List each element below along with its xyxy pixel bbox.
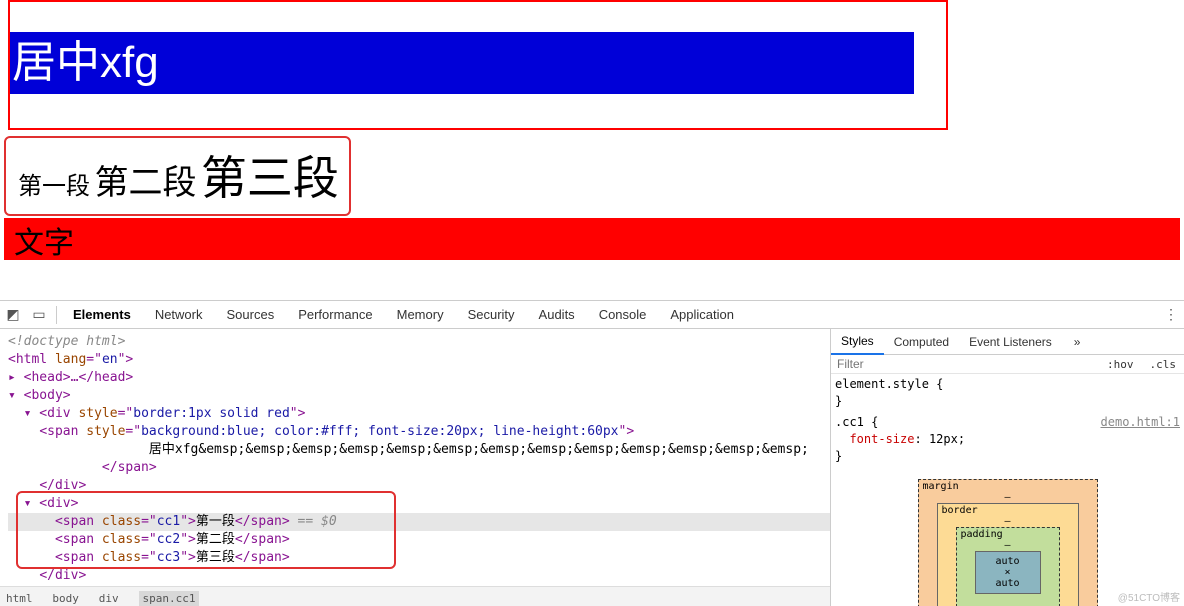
hov-toggle[interactable]: :hov xyxy=(1099,358,1142,371)
p: body xyxy=(31,388,62,403)
styles-filter-row: :hov .cls xyxy=(831,355,1184,374)
p: > xyxy=(125,370,133,385)
tab-performance[interactable]: Performance xyxy=(286,301,384,328)
watermark: @51CTO博客 xyxy=(1118,589,1180,604)
tab-security[interactable]: Security xyxy=(456,301,527,328)
red-outline-box: 居中xfg xyxy=(8,0,948,130)
bm-content: auto × auto xyxy=(975,551,1041,594)
p: head xyxy=(94,370,125,385)
annotation-highlight xyxy=(16,491,396,569)
segment-2: 第二段 xyxy=(94,164,196,202)
styles-tab-listeners[interactable]: Event Listeners xyxy=(959,330,1062,354)
bm-dash: – xyxy=(1004,540,1010,551)
p: =" xyxy=(86,352,102,367)
rule-element-close: } xyxy=(835,394,842,408)
style-rules[interactable]: element.style { } .cc1 { demo.html:1 font… xyxy=(831,374,1184,467)
devtools-toolbar: ◩ ▭ Elements Network Sources Performance… xyxy=(0,301,1184,329)
styles-panel: Styles Computed Event Listeners » :hov .… xyxy=(830,329,1184,606)
tab-network[interactable]: Network xyxy=(143,301,215,328)
cls-toggle[interactable]: .cls xyxy=(1142,358,1184,371)
box-model: margin– border– padding– auto × auto xyxy=(918,479,1098,606)
p: < xyxy=(39,424,47,439)
tab-application[interactable]: Application xyxy=(658,301,746,328)
p[interactable]: ▾ < xyxy=(8,388,31,403)
p: "> xyxy=(290,406,306,421)
rendered-page: 居中xfg 第一段 第二段 第三段 文字 xyxy=(0,0,1184,260)
crumb-body[interactable]: body xyxy=(52,592,79,605)
p: span xyxy=(47,424,78,439)
crumb-div[interactable]: div xyxy=(99,592,119,605)
bm-padding-label: padding xyxy=(961,529,1003,540)
p: lang xyxy=(47,352,86,367)
bm-border-label: border xyxy=(942,505,978,516)
p[interactable]: ▾ < xyxy=(24,406,47,421)
inspect-icon[interactable]: ◩ xyxy=(0,306,26,323)
rule-cc1-close: } xyxy=(835,449,842,463)
kebab-icon[interactable]: ⋮ xyxy=(1158,306,1184,323)
p: border:1px solid red xyxy=(133,406,290,421)
p: en xyxy=(102,352,118,367)
p: =" xyxy=(125,424,141,439)
devtools-body: <!doctype html> <html lang="en"> ▸ <head… xyxy=(0,329,1184,606)
segment-3: 第三段 xyxy=(201,152,339,204)
tab-console[interactable]: Console xyxy=(587,301,659,328)
tab-audits[interactable]: Audits xyxy=(527,301,587,328)
rule-cc1-val: 12px xyxy=(929,432,958,446)
p: < xyxy=(8,352,16,367)
p: background:blue; color:#fff; font-size:2… xyxy=(141,424,618,439)
rule-cc1-src[interactable]: demo.html:1 xyxy=(1101,414,1180,431)
p: head xyxy=(31,370,62,385)
blue-centered-text: 居中xfg xyxy=(10,32,914,94)
red-bar: 文字 xyxy=(4,218,1180,260)
segments-box: 第一段 第二段 第三段 xyxy=(4,136,351,216)
elements-tree[interactable]: <!doctype html> <html lang="en"> ▸ <head… xyxy=(0,329,830,606)
styles-filter-input[interactable] xyxy=(831,355,1099,373)
p: style xyxy=(78,424,125,439)
p[interactable]: ▸ < xyxy=(8,370,31,385)
tab-elements[interactable]: Elements xyxy=(61,301,143,328)
bm-dash: – xyxy=(1004,516,1010,527)
p: =" xyxy=(118,406,134,421)
p: "> xyxy=(619,424,635,439)
bm-margin-label: margin xyxy=(923,481,959,492)
bm-dash: – xyxy=(1004,492,1010,503)
p: style xyxy=(71,406,118,421)
p: html xyxy=(16,352,47,367)
p: div xyxy=(47,406,70,421)
p: </span> xyxy=(102,460,157,475)
p: >…</ xyxy=(63,370,94,385)
rule-cc1: .cc1 { xyxy=(835,415,878,429)
segment-1: 第一段 xyxy=(18,173,90,200)
devtools-panel: ◩ ▭ Elements Network Sources Performance… xyxy=(0,300,1184,606)
p: > xyxy=(63,388,71,403)
tab-sources[interactable]: Sources xyxy=(215,301,287,328)
crumb-html[interactable]: html xyxy=(6,592,33,605)
styles-tab-styles[interactable]: Styles xyxy=(831,329,884,355)
device-icon[interactable]: ▭ xyxy=(26,306,52,323)
rule-cc1-prop: font-size xyxy=(849,432,914,446)
dom-doctype: <!doctype html> xyxy=(8,334,125,349)
dom-text-blue: 居中xfg&emsp;&emsp;&emsp;&emsp;&emsp;&emsp… xyxy=(149,442,809,457)
separator xyxy=(56,306,57,324)
breadcrumb[interactable]: html body div span.cc1 xyxy=(0,586,830,606)
rule-element-style: element.style { xyxy=(835,377,943,391)
styles-tabs: Styles Computed Event Listeners » xyxy=(831,329,1184,355)
styles-tab-computed[interactable]: Computed xyxy=(884,330,959,354)
p: "> xyxy=(118,352,134,367)
tab-memory[interactable]: Memory xyxy=(385,301,456,328)
styles-tab-more[interactable]: » xyxy=(1064,330,1091,354)
p: </div> xyxy=(39,568,86,583)
crumb-current[interactable]: span.cc1 xyxy=(139,591,200,606)
